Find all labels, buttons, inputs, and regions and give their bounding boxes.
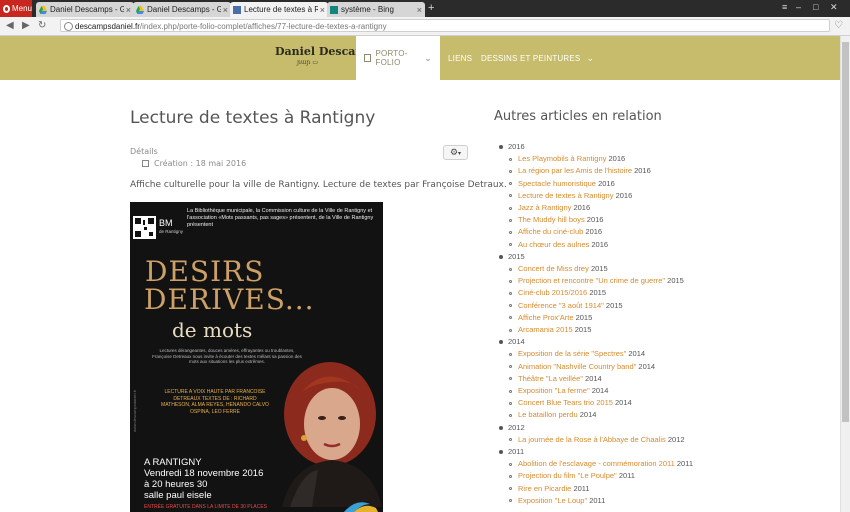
related-article-link[interactable]: Projection et rencontre "Un crime de gue…	[499, 275, 693, 287]
related-article-link[interactable]: Spectacle humoristique 2016	[499, 178, 693, 190]
close-window-icon[interactable]: ✕	[830, 2, 838, 13]
year-group-2015: 2015	[499, 251, 693, 263]
page-scrollbar[interactable]	[840, 36, 850, 512]
poster-title-3: de mots	[172, 318, 253, 342]
poster-image: BM de Rantigny La Bibliothèque municipal…	[130, 202, 383, 512]
library-logo: BM de Rantigny	[159, 218, 184, 234]
related-article-link[interactable]: La région par les Amis de l'histoire 201…	[499, 165, 693, 177]
related-article-link[interactable]: Affiche Prox'Arte 2015	[499, 312, 693, 324]
article-tools-button[interactable]: ⚙▾	[443, 145, 468, 160]
page-title: Lecture de textes à Rantigny	[130, 108, 376, 128]
browser-menu-button[interactable]: Menu	[0, 0, 32, 17]
related-article-link[interactable]: Jazz à Rantigny 2016	[499, 202, 693, 214]
globe-icon	[64, 22, 73, 31]
maximize-icon[interactable]: □	[813, 2, 818, 12]
site-icon	[233, 5, 241, 14]
browser-tab[interactable]: système - Bing ×	[327, 2, 425, 17]
browser-tab-bar: Menu Daniel Descamps - Graph× Daniel Des…	[0, 0, 850, 17]
nav-item-liens[interactable]: LIENS	[448, 36, 472, 80]
year-group-2016: 2016	[499, 141, 693, 153]
partner-logo	[344, 502, 378, 512]
close-tab-icon[interactable]: ×	[223, 5, 228, 15]
browser-tab-active[interactable]: Lecture de textes à Rantig×	[230, 2, 328, 17]
related-article-link[interactable]: Concert Blue Tears trio 2015 2014	[499, 397, 693, 409]
gear-icon: ⚙	[449, 148, 459, 158]
year-group-2014: 2014	[499, 336, 693, 348]
related-article-link[interactable]: La journée de la Rose à l'Abbaye de Chaa…	[499, 434, 693, 446]
browser-tab[interactable]: Daniel Descamps - Graph×	[133, 2, 231, 17]
drive-icon	[39, 5, 47, 14]
nav-item-porto-folio[interactable]: PORTO-FOLIO ⌄	[356, 36, 440, 80]
drive-icon	[136, 5, 144, 14]
related-article-link[interactable]: Projection du film "Le Poulpe" 2011	[499, 470, 693, 482]
poster-header-text: La Bibliothèque municipale, la Commissio…	[187, 208, 374, 228]
nav-item-dessins-et-peintures[interactable]: DESSINS ET PEINTURES ⌄	[481, 36, 594, 80]
article-intro: Affiche culturelle pour la ville de Rant…	[130, 180, 507, 190]
minimize-icon[interactable]: –	[796, 2, 801, 12]
poster-title-2: DERIVES...	[144, 283, 315, 316]
new-tab-button[interactable]: +	[428, 2, 434, 14]
related-article-link[interactable]: Animation "Nashville Country band" 2014	[499, 361, 693, 373]
related-article-link[interactable]: Exposition "Le Loup" 2011	[499, 495, 693, 507]
url-field[interactable]: descampsdaniel.fr/index.php/porte-folio-…	[60, 19, 830, 32]
details-label: Détails	[130, 147, 158, 156]
related-article-link[interactable]: Affiche du ciné-club 2016	[499, 226, 693, 238]
qr-code-icon	[133, 216, 156, 239]
chevron-down-icon: ⌄	[586, 52, 595, 63]
related-article-link[interactable]: Arcamania 2015 2015	[499, 324, 693, 336]
created-date: Création : 18 mai 2016	[142, 159, 246, 168]
portfolio-icon	[364, 54, 371, 62]
forward-icon[interactable]: ▶	[22, 20, 30, 32]
tab-menu-icon[interactable]: ≡	[782, 2, 787, 12]
year-group-2011: 2011	[499, 446, 693, 458]
browser-tab[interactable]: Daniel Descamps - Graph×	[36, 2, 134, 17]
scrollbar-thumb[interactable]	[842, 42, 849, 422]
calendar-icon	[142, 160, 149, 167]
related-article-link[interactable]: Abolition de l'esclavage - commémoration…	[499, 458, 693, 470]
related-articles-list: 2016 Les Playmobils à Rantigny 2016 La r…	[499, 141, 693, 507]
related-article-link[interactable]: The Muddy hill boys 2016	[499, 214, 693, 226]
caret-down-icon: ▾	[458, 150, 462, 157]
related-article-link[interactable]: Exposition "La ferme" 2014	[499, 385, 693, 397]
poster-entry-note: ENTRÉE GRATUITE DANS LA LIMITE DE 30 PLA…	[144, 504, 267, 510]
back-icon[interactable]: ◀	[6, 20, 14, 32]
related-article-link[interactable]: Concert de Miss drey 2015	[499, 263, 693, 275]
reload-icon[interactable]: ↻	[38, 20, 46, 32]
close-tab-icon[interactable]: ×	[417, 5, 422, 15]
portrait-illustration	[282, 362, 382, 507]
poster-lecture-info: LECTURE A VOIX HAUTE PAR FRANCOISE DETRE…	[161, 389, 269, 415]
site-header: Daniel Descamps ɲɯɲ ▭ PORTO-FOLIO ⌄ LIEN…	[0, 36, 841, 80]
related-article-link[interactable]: Les Playmobils à Rantigny 2016	[499, 153, 693, 165]
logo-ornament: ɲɯɲ ▭	[297, 59, 318, 66]
year-group-2012: 2012	[499, 422, 693, 434]
address-bar-row: ◀ ▶ ↻ descampsdaniel.fr/index.php/porte-…	[0, 17, 850, 36]
chevron-down-icon: ⌄	[424, 52, 432, 63]
bing-icon	[330, 5, 338, 14]
poster-side-text: www.descampsdaniel.fr	[132, 389, 137, 432]
close-tab-icon[interactable]: ×	[126, 5, 131, 15]
related-article-link[interactable]: Lecture de textes à Rantigny 2016	[499, 190, 693, 202]
related-article-link[interactable]: Au chœur des aulnes 2016	[499, 239, 693, 251]
related-articles-title: Autres articles en relation	[494, 109, 662, 124]
poster-event-info: A RANTIGNY Vendredi 18 novembre 2016 à 2…	[144, 457, 264, 501]
related-article-link[interactable]: Théâtre "La veillée" 2014	[499, 373, 693, 385]
related-article-link[interactable]: Ciné-club 2015/2016 2015	[499, 287, 693, 299]
related-article-link[interactable]: Rire en Picardie 2011	[499, 483, 693, 495]
close-tab-icon[interactable]: ×	[320, 5, 325, 15]
related-article-link[interactable]: Exposition de la série "Spectres" 2014	[499, 348, 693, 360]
opera-icon	[3, 4, 10, 13]
heart-icon[interactable]: ♡	[834, 20, 843, 31]
related-article-link[interactable]: Le bataillon perdu 2014	[499, 409, 693, 421]
related-article-link[interactable]: Conférence "3 août 1914" 2015	[499, 300, 693, 312]
